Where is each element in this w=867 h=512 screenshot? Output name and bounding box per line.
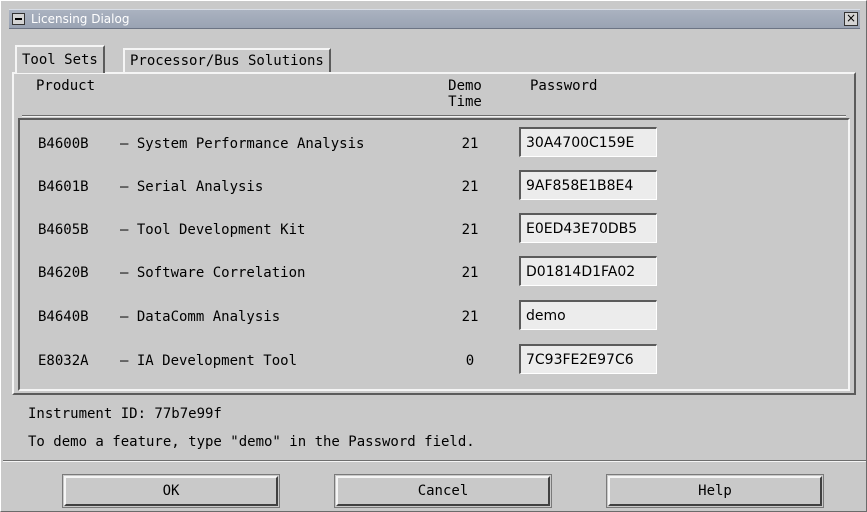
product-code: B4600B (38, 136, 89, 152)
ok-button[interactable]: OK (64, 476, 278, 506)
instrument-id-text: Instrument ID: 77b7e99f (28, 406, 222, 422)
product-code: B4620B (38, 265, 89, 281)
demo-time: 21 (461, 136, 479, 152)
column-header-time: Time (448, 94, 482, 110)
product-name: – IA Development Tool (120, 353, 298, 369)
password-field[interactable] (519, 127, 657, 157)
product-code: E8032A (38, 353, 89, 369)
product-code: B4640B (38, 309, 89, 325)
window-title: Licensing Dialog (31, 12, 130, 26)
column-header-password: Password (530, 78, 598, 94)
product-code: B4605B (38, 222, 89, 238)
demo-time: 21 (461, 179, 479, 195)
list-item: B4601B – Serial Analysis 21 (20, 167, 846, 207)
button-separator (3, 460, 866, 462)
password-field[interactable] (519, 170, 657, 200)
list-item: B4605B – Tool Development Kit 21 (20, 210, 846, 250)
demo-time: 21 (461, 265, 479, 281)
demo-hint-text: To demo a feature, type "demo" in the Pa… (28, 434, 475, 450)
list-item: E8032A – IA Development Tool 0 (20, 341, 846, 381)
header-divider (22, 115, 846, 117)
help-button[interactable]: Help (608, 476, 822, 506)
demo-time: 21 (461, 309, 479, 325)
demo-time: 21 (461, 222, 479, 238)
demo-time: 0 (465, 353, 475, 369)
list-item: B4620B – Software Correlation 21 (20, 253, 846, 293)
password-field[interactable] (519, 344, 657, 374)
product-name: – System Performance Analysis (120, 136, 365, 152)
password-field[interactable] (519, 213, 657, 243)
cancel-button[interactable]: Cancel (336, 476, 550, 506)
licensing-dialog: Licensing Dialog × Tool Sets Processor/B… (0, 0, 867, 512)
password-field[interactable] (519, 256, 657, 286)
tab-processor-bus-solutions[interactable]: Processor/Bus Solutions (123, 48, 331, 72)
column-header-demo: Demo (448, 78, 482, 94)
list-item: B4600B – System Performance Analysis 21 (20, 124, 846, 164)
title-bar: Licensing Dialog × (9, 9, 860, 29)
product-name: – Serial Analysis (120, 179, 264, 195)
close-icon[interactable]: × (844, 12, 858, 26)
column-header-product: Product (36, 78, 96, 94)
window-menu-icon[interactable] (12, 13, 25, 25)
product-name: – Tool Development Kit (120, 222, 306, 238)
tab-panel-tool-sets: Product Demo Time Password B4600B – Syst… (12, 72, 856, 395)
product-list: B4600B – System Performance Analysis 21 … (18, 118, 850, 391)
list-item: B4640B – DataComm Analysis 21 (20, 297, 846, 337)
product-name: – Software Correlation (120, 265, 306, 281)
product-name: – DataComm Analysis (120, 309, 281, 325)
password-field[interactable] (519, 300, 657, 330)
product-code: B4601B (38, 179, 89, 195)
tab-tool-sets[interactable]: Tool Sets (15, 45, 105, 73)
